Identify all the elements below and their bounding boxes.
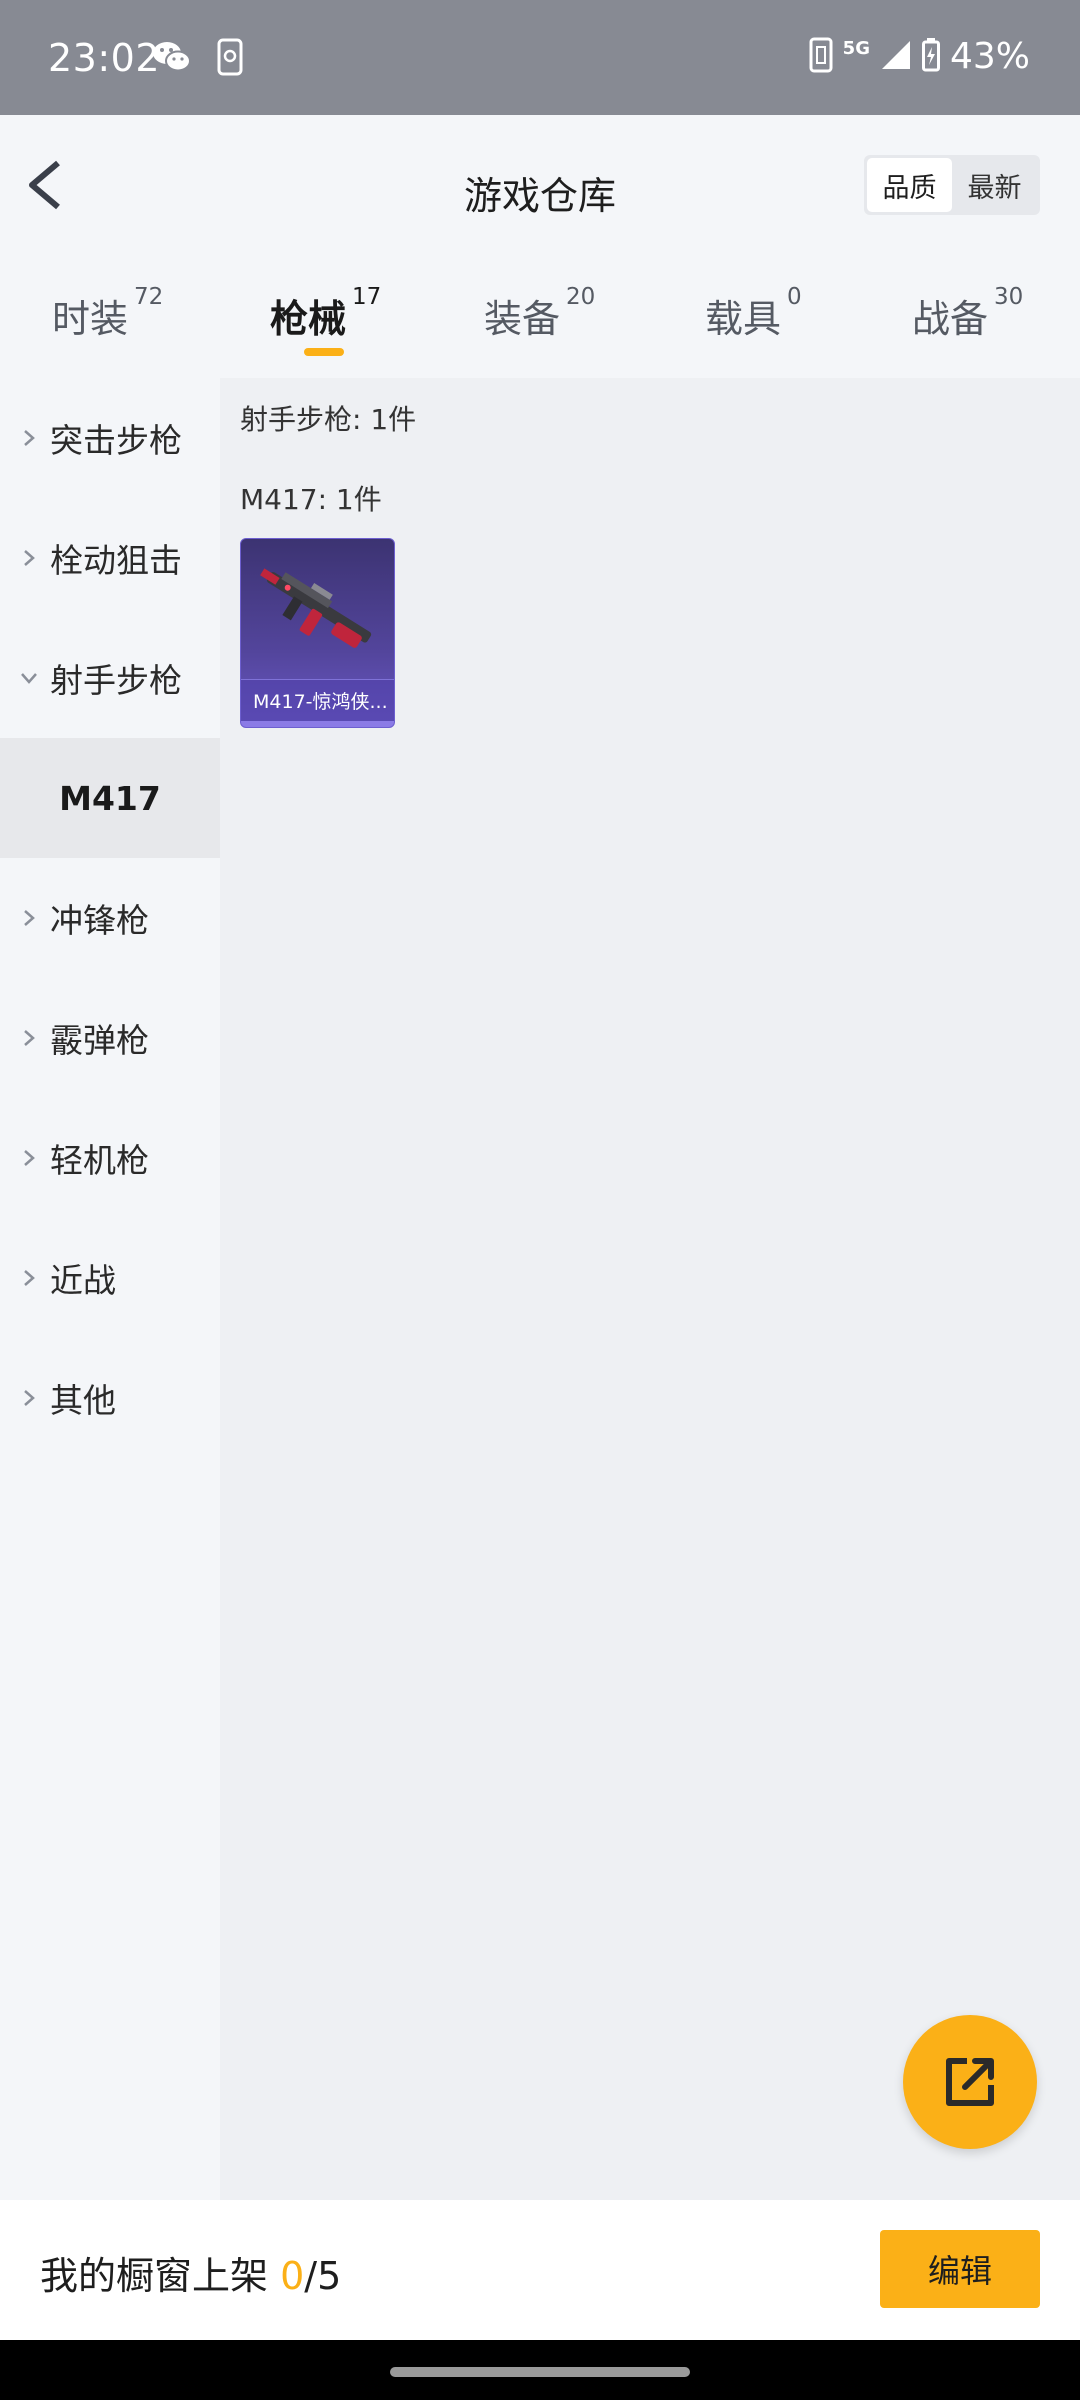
chevron-right-icon [24,910,35,926]
sidebar-item-label: 近战 [50,1261,116,1300]
wechat-icon [152,40,192,78]
battery-icon [921,37,940,76]
app-header: 游戏仓库 品质 最新 [0,115,1080,260]
sidebar-item-melee[interactable]: 近战 [0,1218,220,1338]
sidebar-item-assault-rifle[interactable]: 突击步枪 [0,378,220,498]
edit-button[interactable]: 编辑 [880,2230,1040,2308]
item-content-area: 射手步枪: 1件 M417: 1件 M417-惊鸿侠... [220,378,1080,2200]
tab-count: 20 [566,284,596,310]
item-card[interactable]: M417-惊鸿侠... [240,538,395,728]
tab-count: 17 [352,284,382,310]
sidebar-item-other[interactable]: 其他 [0,1338,220,1458]
nfc-icon [809,37,833,77]
sidebar-item-label: 轻机枪 [50,1141,149,1180]
tab-equipment[interactable]: 装备 20 [484,284,595,343]
tab-fashion[interactable]: 时装 72 [52,284,163,343]
sidebar-item-marksman-rifle[interactable]: 射手步枪 [0,618,220,738]
status-right-group: 5G 43% [809,36,1030,77]
tab-label: 枪械 [270,297,347,341]
showcase-total: /5 [304,2254,342,2298]
sidebar-subitem-m417[interactable]: M417 [0,738,220,858]
subgroup-summary: M417: 1件 [240,483,382,516]
sort-by-newest[interactable]: 最新 [952,158,1037,212]
tab-vehicles[interactable]: 载具 0 [705,284,802,343]
sidebar-item-label: 射手步枪 [50,661,182,700]
tab-label: 装备 [484,297,561,341]
sidebar-item-smg[interactable]: 冲锋枪 [0,858,220,978]
tab-label: 时装 [52,297,129,341]
tab-supplies[interactable]: 战备 30 [912,284,1023,343]
signal-icon [880,39,912,75]
sidebar-item-label: 其他 [50,1381,116,1420]
sort-by-quality[interactable]: 品质 [867,158,952,212]
sidebar-item-bolt-sniper[interactable]: 栓动狙击 [0,498,220,618]
chevron-right-icon [24,1150,35,1166]
share-button[interactable] [903,2015,1037,2149]
showcase-count: 0 [280,2254,305,2298]
tab-count: 0 [787,284,802,310]
rifle-skin-image [260,568,372,648]
status-bar: 23:02 5G 43% [0,0,1080,115]
tab-count: 30 [994,284,1024,310]
chevron-right-icon [24,1030,35,1046]
sort-toggle[interactable]: 品质 最新 [864,155,1040,215]
share-external-icon [946,2058,994,2106]
showcase-status: 我的橱窗上架 0/5 [40,2245,341,2300]
network-label: 5G [842,38,870,59]
weapon-type-sidebar: 突击步枪 栓动狙击 射手步枪 M417 冲锋枪 霰弹枪 轻机枪 近战 其他 [0,378,220,2200]
status-time: 23:02 [48,36,161,80]
tab-count: 72 [134,284,164,310]
rarity-bar [241,721,394,727]
sidebar-item-label: M417 [59,778,161,818]
chevron-right-icon [24,430,35,446]
chevron-down-icon [21,673,37,684]
sidebar-item-label: 冲锋枪 [50,901,149,940]
showcase-bar: 我的橱窗上架 0/5 编辑 [0,2200,1080,2340]
tab-label: 战备 [912,297,989,341]
chevron-right-icon [24,1270,35,1286]
system-nav-bar [0,2340,1080,2400]
sidebar-item-lmg[interactable]: 轻机枪 [0,1098,220,1218]
category-summary: 射手步枪: 1件 [240,403,417,436]
phone-icon [215,38,245,80]
tab-label: 载具 [705,297,782,341]
home-indicator[interactable] [390,2367,690,2377]
sidebar-item-label: 栓动狙击 [50,541,182,580]
category-tabs: 时装 72 枪械 17 装备 20 载具 0 战备 30 [0,260,1080,378]
chevron-right-icon [24,550,35,566]
sidebar-item-label: 突击步枪 [50,421,182,460]
sidebar-item-label: 霰弹枪 [50,1021,149,1060]
sidebar-item-shotgun[interactable]: 霰弹枪 [0,978,220,1098]
tab-firearms[interactable]: 枪械 17 [270,284,381,343]
battery-percent: 43% [949,36,1030,77]
item-name: M417-惊鸿侠... [241,679,394,721]
chevron-right-icon [24,1390,35,1406]
active-tab-indicator [304,348,344,356]
showcase-label: 我的橱窗上架 [40,2254,281,2298]
